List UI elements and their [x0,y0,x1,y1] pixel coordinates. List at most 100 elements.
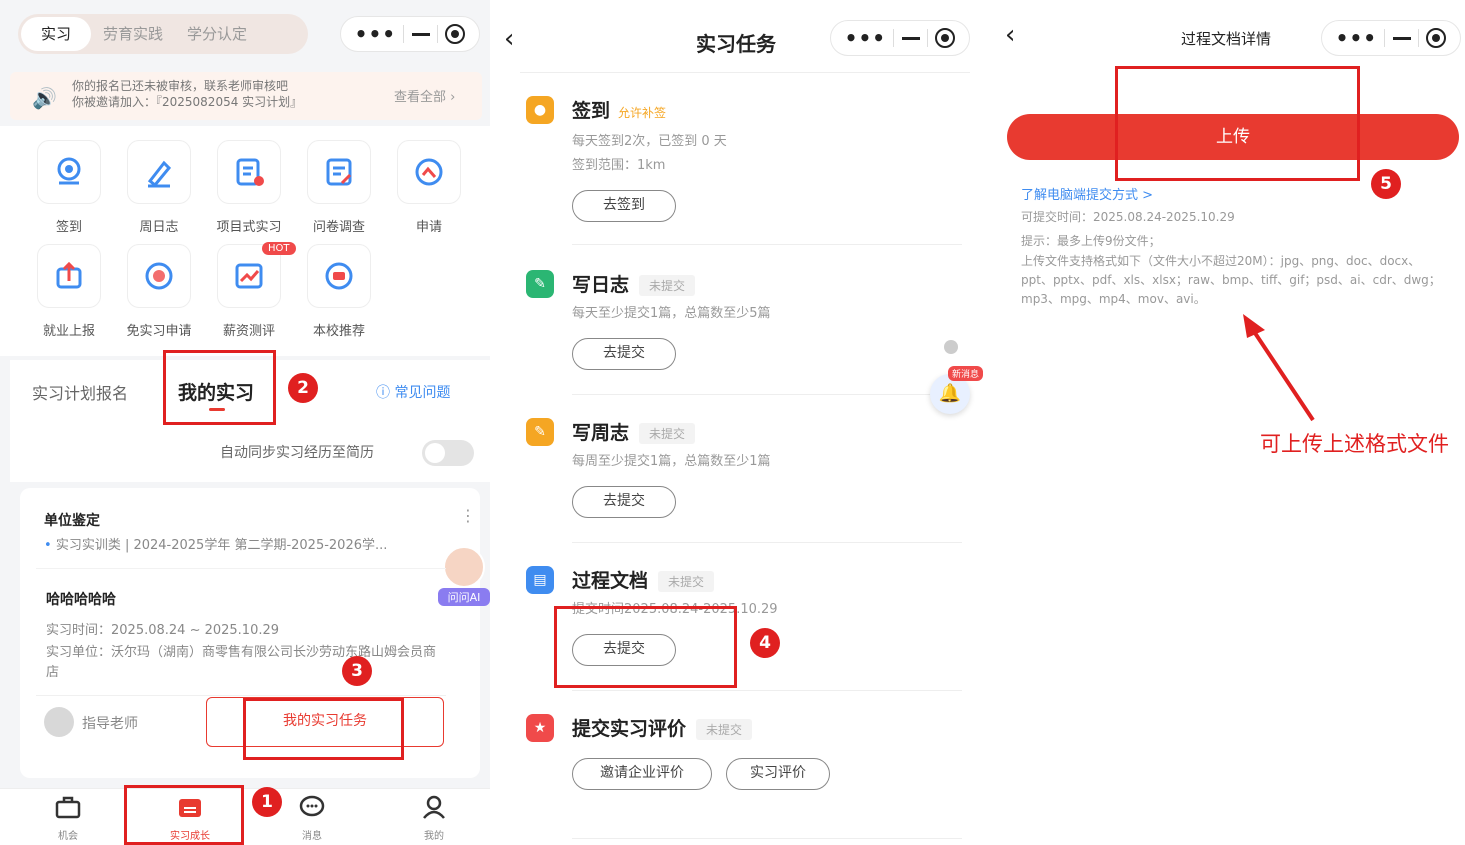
location-pin-icon: ● [526,96,554,124]
status-allow-makeup: 允许补签 [618,106,667,120]
close-target-icon[interactable] [935,28,956,48]
mini-program-capsule: ••• [830,20,970,56]
view-all-link[interactable]: 查看全部 › [394,86,455,105]
internship-evaluation-button[interactable]: 实习评价 [726,758,830,790]
page-title: 实习任务 [696,32,776,56]
submit-time: 可提交时间：2025.08.24-2025.10.29 [1021,210,1235,224]
task-weekly-log: ✎ 写周志 未提交 每周至少提交1篇，总篇数至少1篇 去提交 [520,418,970,528]
exemption-icon [145,262,173,290]
grid-school-recommend[interactable]: 本校推荐 [299,244,379,339]
sync-label: 自动同步实习经历至简历 [220,445,374,461]
notice-line-1: 你的报名已还未被审核，联系老师审核吧 [72,79,289,93]
task-daily-log: ✎ 写日志 未提交 每天至少提交1篇，总篇数至少5篇 去提交 [520,270,970,380]
grid-employment-report[interactable]: 就业上报 [29,244,109,339]
pen-icon [147,160,172,188]
status-badge: 未提交 [658,571,715,592]
ai-avatar-icon [443,546,485,588]
submit-daily-log-button[interactable]: 去提交 [572,338,676,370]
tab-opportunity[interactable]: 机会 [28,795,108,842]
invite-company-evaluation-button[interactable]: 邀请企业评价 [572,758,712,790]
annotation-box-2 [163,350,276,425]
intern-company: 实习单位：沃尔玛（湖南）商零售有限公司长沙劳动东路山姆会员商店 [46,645,437,680]
feature-grid: 签到 周日志 项目式实习 问卷调查 申请 就业上报 免实习申请 薪资测评 HOT… [0,126,490,356]
annotation-text: 可上传上述格式文件 [1260,432,1449,456]
page-title: 过程文档详情 [1181,30,1272,48]
edit-icon: ✎ [526,418,554,446]
apply-icon [415,158,443,186]
unit-subtitle: • 实习实训类 | 2024-2025学年 第二学期-2025-2026学... [44,538,388,553]
upload-report-icon [56,261,82,289]
more-icon[interactable]: ••• [355,24,396,44]
tab-plan-signup[interactable]: 实习计划报名 [32,380,128,404]
step-badge-5: 5 [1371,169,1401,199]
mini-program-capsule: ••• [340,16,480,52]
grid-salary[interactable]: 薪资测评 [209,244,289,339]
status-badge: 未提交 [639,275,696,296]
minimize-icon[interactable] [1392,36,1411,40]
edit-icon: ✎ [526,270,554,298]
close-target-icon[interactable] [1426,28,1447,48]
annotation-arrow-icon [1243,314,1315,422]
annotation-box-4 [554,606,737,688]
status-badge: 未提交 [639,423,696,444]
grid-sign-in[interactable]: 签到 [29,140,109,235]
intern-time: 实习时间：2025.08.24 ~ 2025.10.29 [46,623,280,638]
document-icon [236,158,264,186]
minimize-icon[interactable] [901,36,920,40]
briefcase-icon [55,796,81,819]
back-icon[interactable]: ‹ [1005,20,1015,50]
tab-mine[interactable]: 我的 [394,795,474,842]
more-icon[interactable]: ••• [1336,28,1377,48]
survey-icon [326,158,352,186]
student-name: 哈哈哈哈哈 [46,592,116,608]
annotation-box-5 [1115,66,1360,181]
grid-weekly-log[interactable]: 周日志 [119,140,199,235]
annotation-box-3 [243,698,404,760]
step-badge-1: 1 [252,787,282,817]
location-icon [57,157,81,185]
upload-tip: 提示：最多上传9份文件； [1021,234,1161,248]
more-icon[interactable]: ••• [845,28,886,48]
more-vertical-icon[interactable]: ⋮ [460,506,476,525]
minimize-icon[interactable] [411,32,430,36]
task-evaluation: ★ 提交实习评价 未提交 邀请企业评价 实习评价 [520,714,970,804]
teacher-label[interactable]: 指导老师 [82,713,138,733]
float-close-icon[interactable] [944,340,958,354]
pc-submit-link[interactable]: 了解电脑端提交方式 > [1021,184,1153,203]
annotation-box-1 [124,785,244,845]
grid-apply[interactable]: 申请 [389,140,469,235]
grid-survey[interactable]: 问卷调查 [299,140,379,235]
my-internship-panel: 实习 劳育实践 学分认定 ••• 🔊 你的报名已还未被审核，联系老师审核吧 你被… [0,0,490,845]
speaker-icon: 🔊 [32,86,57,110]
user-icon [423,795,445,819]
internship-tasks-panel: ‹ 实习任务 ••• ● 签到 允许补签 每天签到2次，已签到 0 天 签到范围：… [490,0,985,845]
process-document-detail-panel: ‹ 过程文档详情 ••• 上传 了解电脑端提交方式 > 可提交时间：2025.0… [985,0,1465,845]
faq-link[interactable]: ⓘ 常见问题 [376,382,450,402]
step-badge-4: 4 [750,628,780,658]
unit-title: 单位鉴定 [44,513,100,529]
grid-exemption[interactable]: 免实习申请 [119,244,199,339]
help-icon: ⓘ [376,385,395,401]
step-badge-2: 2 [288,373,318,403]
back-icon[interactable]: ‹ [504,24,514,54]
grid-project-internship[interactable]: 项目式实习 [209,140,289,235]
salary-chart-icon [235,263,263,289]
step-badge-3: 3 [342,656,372,686]
notice-bar[interactable]: 🔊 你的报名已还未被审核，联系老师审核吧 你被邀请加入：『2025082054 … [10,72,482,120]
seg-labor[interactable]: 劳育实践 [91,17,175,51]
sync-toggle[interactable] [422,440,474,466]
chat-icon [299,795,325,817]
status-badge: 未提交 [696,719,753,740]
seg-internship[interactable]: 实习 [21,17,92,51]
submit-weekly-log-button[interactable]: 去提交 [572,486,676,518]
sign-in-button[interactable]: 去签到 [572,190,676,222]
mini-program-capsule: ••• [1321,20,1461,56]
hot-badge: HOT [262,242,296,255]
tab-messages[interactable]: 消息 [272,795,352,842]
bottom-tabbar: 机会 实习成长 消息 我的 [0,788,490,845]
notice-line-2: 你被邀请加入：『2025082054 实习计划』 [72,95,303,109]
close-target-icon[interactable] [445,24,466,44]
category-segment: 实习 劳育实践 学分认定 [18,14,308,54]
supported-formats: 上传文件支持格式如下（文件大小不超过20M）：jpg、png、doc、docx、… [1021,254,1441,306]
seg-credit[interactable]: 学分认定 [175,17,259,51]
